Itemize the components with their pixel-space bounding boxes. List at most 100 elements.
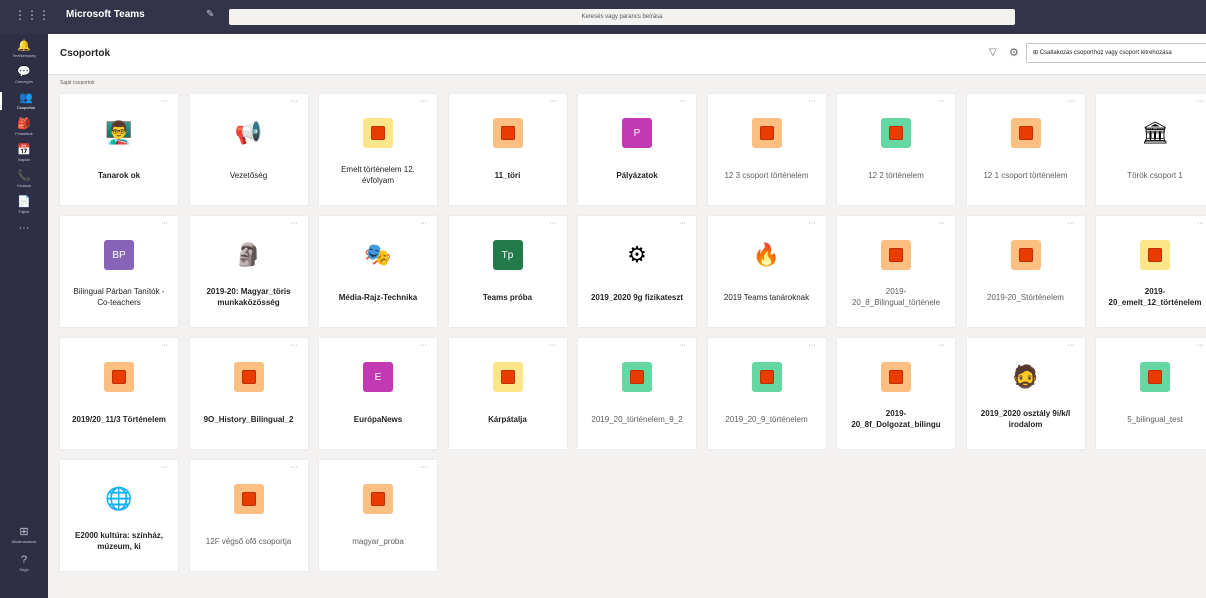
chat-icon: 💬 [17,66,31,78]
team-card[interactable]: ··· 9O_History_Bilingual_2 [189,338,308,449]
rail-item-phone[interactable]: 📞 Hívások [0,170,48,188]
app-launcher-icon[interactable]: ⋮⋮⋮ [14,8,50,22]
team-card[interactable]: ··· 2019-20_8_Bilingual_történele [837,216,955,327]
more-options-icon[interactable]: ··· [679,342,686,349]
rail-item-apps[interactable]: ⊞ Alkalmazások [0,526,48,544]
more-options-icon[interactable]: ··· [1197,98,1204,105]
more-options-icon[interactable]: ··· [1197,342,1204,349]
more-options-icon[interactable]: ··· [161,220,168,227]
filter-icon[interactable]: ▽ [989,47,997,58]
team-card[interactable]: ··· magyar_proba [319,460,437,571]
team-card[interactable]: ··· 12F végső ofő csoportja [189,460,308,571]
team-avatar [233,362,264,392]
more-options-icon[interactable]: ··· [1068,342,1075,349]
team-card[interactable]: ··· 12 1 csoport történelem [966,94,1085,205]
more-options-icon[interactable]: ··· [420,220,427,227]
team-card[interactable]: ··· Emelt történelem 12. évfolyam [319,94,437,205]
search-input[interactable]: Keresés vagy parancs beírása [229,9,1015,25]
more-options-icon[interactable]: ··· [420,342,427,349]
team-name: 2019/20_11/3 Történelem [72,414,166,424]
team-card[interactable]: ··· 🌐 E2000 kultúra: színház, múzeum, ki [60,460,178,571]
team-card[interactable]: ··· 12 3 csoport történelem [707,94,826,205]
more-options-icon[interactable]: ··· [161,342,168,349]
more-options-icon[interactable]: ··· [291,98,298,105]
team-card[interactable]: ··· 2019/20_11/3 Történelem [60,338,178,449]
team-card[interactable]: ··· 2019-20_Stórténelem [966,216,1085,327]
team-name: 2019_2020 osztály 9i/k/l irodalom [980,409,1071,429]
team-initials: E [374,371,382,383]
team-card[interactable]: ··· 11_töri [448,94,567,205]
office-logo-icon [889,370,903,384]
title-bar: ⋮⋮⋮ Microsoft Teams ✎ Keresés vagy paran… [0,0,1206,34]
team-avatar [363,484,393,514]
team-card[interactable]: ··· 🏛 Török csoport 1 [1096,94,1206,205]
team-card[interactable]: ··· ⚙ 2019_2020 9g fizikateszt [578,216,696,327]
team-name: Török csoport 1 [1127,170,1183,180]
more-options-icon[interactable]: ··· [420,98,427,105]
more-options-icon[interactable]: ··· [679,220,686,227]
team-card[interactable]: ··· 🎭 Média-Rajz-Technika [319,216,437,327]
rail-item-label: Naptár [17,157,30,162]
team-card[interactable]: ··· 👨‍🏫 Tanarok ok [60,94,178,205]
rail-item-calendar[interactable]: 📅 Naptár [0,144,48,162]
more-options-icon[interactable]: ··· [938,98,945,105]
more-options-icon[interactable]: ··· [809,220,816,227]
team-card[interactable]: ··· 5_bilingual_test [1096,338,1206,449]
more-options-icon[interactable]: ··· [938,220,945,227]
more-options-icon[interactable]: ··· [679,98,686,105]
rail-item-assignments[interactable]: 🎒 Feladatok [0,118,48,136]
team-card[interactable]: ··· 2019-20_8f_Dolgozat_bilingu [837,338,955,449]
team-avatar [881,362,911,392]
rail-item-help[interactable]: ? Súgó [0,554,48,572]
team-card[interactable]: ··· Kárpátalja [448,338,567,449]
more-options-icon[interactable]: ··· [1068,98,1075,105]
more-options-icon[interactable]: ··· [550,98,557,105]
more-options-icon[interactable]: ··· [291,220,298,227]
rail-item-files[interactable]: 📄 Fájlok [0,196,48,214]
more-options-icon[interactable]: ··· [161,464,168,471]
team-card[interactable]: ··· BP Bilingual Párban Tanítók - Co-teach… [60,216,178,327]
teacher-cartoon-icon: 👨‍🏫 [105,120,133,145]
team-avatar: E [363,362,393,392]
team-card[interactable]: ··· 2019_20_9_történelem [707,338,826,449]
team-card[interactable]: ··· 🗿 2019-20: Magyar_töris munkaközösség [189,216,308,327]
team-card[interactable]: ··· P Pályázatok [578,94,696,205]
office-logo-icon [112,370,126,384]
team-avatar [1010,240,1041,270]
more-options-icon[interactable]: ··· [938,342,945,349]
more-options-icon[interactable]: ··· [809,98,816,105]
more-options-icon[interactable]: ··· [550,342,557,349]
team-name: 2019-20_Stórténelem [987,292,1064,302]
rail-item-chat[interactable]: 💬 Csevegés [0,66,48,84]
join-or-create-team-button[interactable]: ⊞ Csatlakozás csoporthoz vagy csoport lé… [1026,43,1206,63]
more-options-icon[interactable]: ··· [291,464,298,471]
page-header: Csoportok ▽ ⚙ ⊞ Csatlakozás csoporthoz v… [48,34,1206,75]
team-card[interactable]: ··· 📢 Vezetőség [189,94,308,205]
more-options-icon[interactable]: ··· [1197,220,1204,227]
rail-item-bell[interactable]: 🔔 Tevékenység [0,40,48,58]
rail-item-more[interactable]: ··· [0,222,48,234]
section-label: Saját csoportok [60,80,95,86]
team-avatar: BP [104,240,134,270]
compose-icon[interactable]: ✎ [206,9,214,20]
office-logo-icon [889,248,903,262]
team-avatar [1140,362,1170,392]
gear-icon[interactable]: ⚙ [1009,46,1019,59]
team-card[interactable]: ··· 2019_20_történelem_9_2 [578,338,696,449]
rail-item-teams[interactable]: 👥 Csoportok [0,92,50,110]
team-card[interactable]: ··· 🔥 2019 Teams tanároknak [707,216,826,327]
team-card[interactable]: ··· E EurópaNews [319,338,437,449]
more-options-icon[interactable]: ··· [291,342,298,349]
team-card[interactable]: ··· Tp Teams próba [448,216,567,327]
more-options-icon[interactable]: ··· [550,220,557,227]
app-name: Microsoft Teams [66,9,145,20]
office-logo-icon [1018,248,1033,262]
team-card[interactable]: ··· 2019-20_emelt_12_történelem [1096,216,1206,327]
teams-icon: 👥 [19,92,33,104]
more-options-icon[interactable]: ··· [420,464,427,471]
team-card[interactable]: ··· 12 2 történelem [837,94,955,205]
team-card[interactable]: ··· 🧔 2019_2020 osztály 9i/k/l irodalom [966,338,1085,449]
more-options-icon[interactable]: ··· [809,342,816,349]
more-options-icon[interactable]: ··· [1068,220,1075,227]
more-options-icon[interactable]: ··· [161,98,168,105]
